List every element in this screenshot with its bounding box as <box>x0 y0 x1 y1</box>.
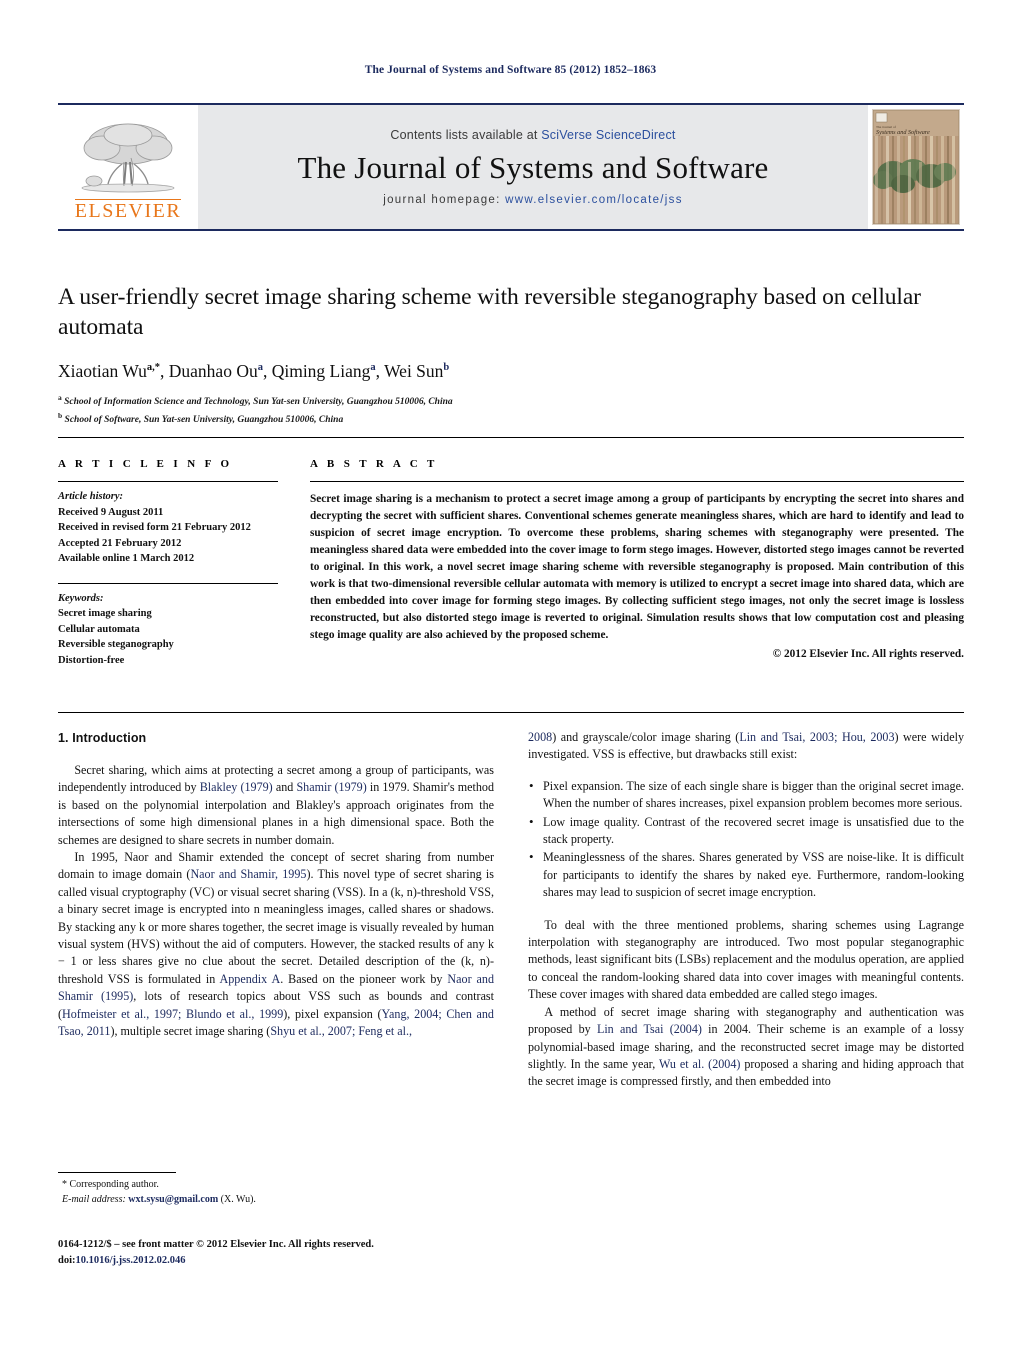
email-link[interactable]: wxt.sysu@gmail.com <box>128 1194 218 1205</box>
citation-link[interactable]: Shamir (1979) <box>296 780 366 794</box>
keyword-item: Secret image sharing <box>58 608 152 620</box>
affiliation-text: School of Information Science and Techno… <box>64 397 453 408</box>
journal-title: The Journal of Systems and Software <box>297 149 769 185</box>
paragraph: A method of secret image sharing with st… <box>528 1004 964 1091</box>
list-item: Meaninglessness of the shares. Shares ge… <box>528 848 964 901</box>
affiliation-mark: b <box>58 411 63 421</box>
affiliation-text: School of Software, Sun Yat-sen Universi… <box>64 415 344 426</box>
citation-link[interactable]: Blakley (1979) <box>200 780 273 794</box>
svg-text:Systems and Software: Systems and Software <box>876 129 930 136</box>
abstract-heading: A B S T R A C T <box>310 458 438 470</box>
keyword-item: Distortion-free <box>58 654 125 666</box>
abstract-copyright: © 2012 Elsevier Inc. All rights reserved… <box>772 648 964 661</box>
author-name: Duanhao Ou <box>168 361 258 382</box>
email-owner: (X. Wu). <box>220 1193 256 1205</box>
paragraph-text: ), pixel expansion ( <box>283 1006 382 1021</box>
paragraph-text: ) and grayscale/color image sharing ( <box>552 730 740 744</box>
article-history-group: Article history: Received 9 August 2011 … <box>58 482 278 567</box>
citation-link[interactable]: 2008 <box>528 730 552 744</box>
article-info-heading: A R T I C L E I N F O <box>58 458 233 470</box>
paragraph-text: and <box>272 780 297 795</box>
title-block: A user-friendly secret image sharing sch… <box>58 283 964 428</box>
author-sep: , <box>262 361 272 382</box>
homepage-url-link[interactable]: www.elsevier.com/locate/jss <box>505 194 683 206</box>
keyword-item: Reversible steganography <box>58 639 174 651</box>
keyword-item: Cellular automata <box>58 623 140 635</box>
list-item: Pixel expansion. The size of each single… <box>528 777 964 813</box>
citation-link[interactable]: Naor and Shamir, 1995 <box>190 867 306 881</box>
email-label: E-mail address: <box>62 1193 126 1205</box>
masthead-center: Contents lists available at SciVerse Sci… <box>198 105 868 229</box>
article-info-column: A R T I C L E I N F O Article history: R… <box>58 458 306 668</box>
paragraph-text: ). This novel type of secret sharing is … <box>58 867 494 986</box>
issn-frontmatter-line: 0164-1212/$ – see front matter © 2012 El… <box>58 1239 374 1250</box>
info-abstract-section: A R T I C L E I N F O Article history: R… <box>58 437 964 668</box>
abstract-column: A B S T R A C T Secret image sharing is … <box>306 458 964 668</box>
body-right-column: 2008) and grayscale/color image sharing … <box>528 729 964 1091</box>
journal-homepage-line: journal homepage: www.elsevier.com/locat… <box>383 194 683 206</box>
author-name: Xiaotian Wu <box>58 361 147 382</box>
author-name: Wei Sun <box>384 361 444 382</box>
cover-illustration-icon: The Journal of Systems and Software <box>873 110 959 224</box>
affiliation-mark: a <box>58 393 62 403</box>
email-note: E-mail address: wxt.sysu@gmail.com (X. W… <box>58 1193 494 1208</box>
doi-link[interactable]: 10.1016/j.jss.2012.02.046 <box>76 1255 186 1266</box>
paragraph: 2008) and grayscale/color image sharing … <box>528 729 964 764</box>
citation-link[interactable]: Lin and Tsai (2004) <box>597 1022 702 1036</box>
paragraph: Secret sharing, which aims at protecting… <box>58 762 494 849</box>
list-item: Low image quality. Contrast of the recov… <box>528 813 964 849</box>
paragraph-text: . Based on the pioneer work by <box>280 971 448 986</box>
article-history-title: Article history: <box>58 491 124 502</box>
elsevier-wordmark: ELSEVIER <box>74 198 182 222</box>
keywords-title: Keywords: <box>58 592 104 604</box>
body-left-column: 1. Introduction Secret sharing, which ai… <box>58 729 494 1091</box>
citation-link[interactable]: Wu et al. (2004) <box>659 1057 740 1071</box>
journal-cover-thumbnail: The Journal of Systems and Software <box>868 105 964 229</box>
paragraph-text: ), multiple secret image sharing ( <box>110 1024 271 1039</box>
citation-link[interactable]: Lin and Tsai, 2003; Hou, 2003 <box>739 730 894 744</box>
doi-line: doi:10.1016/j.jss.2012.02.046 <box>58 1253 528 1269</box>
author-affil-mark: a,* <box>146 362 161 374</box>
paper-page: The Journal of Systems and Software 85 (… <box>0 0 1021 1351</box>
history-item: Received in revised form 21 February 201… <box>58 522 251 534</box>
cover-artwork: The Journal of Systems and Software <box>872 109 960 225</box>
paragraph: To deal with the three mentioned problem… <box>528 917 964 1002</box>
corresponding-author-footnote: * Corresponding author. E-mail address: … <box>58 1172 494 1207</box>
history-item: Received 9 August 2011 <box>58 506 164 518</box>
author-name: Qiming Liang <box>271 361 371 382</box>
contents-available-line: Contents lists available at SciVerse Sci… <box>390 128 675 142</box>
abstract-text: Secret image sharing is a mechanism to p… <box>310 493 964 641</box>
paragraph: In 1995, Naor and Shamir extended the co… <box>58 849 494 1040</box>
doi-label: doi: <box>58 1254 76 1266</box>
citation-link[interactable]: Hofmeister et al., 1997; Blundo et al., … <box>62 1007 283 1021</box>
citation-link[interactable]: Shyu et al., 2007; Feng et al., <box>270 1024 412 1038</box>
history-item: Accepted 21 February 2012 <box>58 537 182 549</box>
appendix-link[interactable]: Appendix A <box>220 972 281 986</box>
elsevier-tree-icon <box>81 123 175 192</box>
corresponding-author-note: * Corresponding author. <box>62 1179 159 1190</box>
contents-prefix: Contents lists available at <box>390 127 542 142</box>
section-heading-introduction: 1. Introduction <box>58 731 147 745</box>
author-affil-mark: b <box>443 362 450 374</box>
footnote-divider <box>58 1172 176 1173</box>
keywords-group: Keywords: Secret image sharing Cellular … <box>58 584 278 669</box>
page-title: A user-friendly secret image sharing sch… <box>58 284 921 340</box>
author-sep: , <box>160 361 169 382</box>
homepage-label: journal homepage: <box>383 194 501 207</box>
elsevier-logo: ELSEVIER <box>58 105 198 229</box>
sciencedirect-link[interactable]: SciVerse ScienceDirect <box>541 128 675 142</box>
affiliation-list: a School of Information Science and Tech… <box>58 392 964 428</box>
author-sep: , <box>375 361 385 382</box>
running-head: The Journal of Systems and Software 85 (… <box>364 64 657 76</box>
affiliation-item: b School of Software, Sun Yat-sen Univer… <box>58 410 964 428</box>
author-list: Xiaotian Wua,*, Duanhao Oua, Qiming Lian… <box>58 361 964 382</box>
body-columns: 1. Introduction Secret sharing, which ai… <box>58 712 964 1091</box>
journal-masthead: ELSEVIER Contents lists available at Sci… <box>58 103 964 231</box>
imprint-block: 0164-1212/$ – see front matter © 2012 El… <box>58 1237 528 1269</box>
drawbacks-bullet-list: Pixel expansion. The size of each single… <box>528 777 964 902</box>
affiliation-item: a School of Information Science and Tech… <box>58 392 964 410</box>
history-item: Available online 1 March 2012 <box>58 553 195 565</box>
